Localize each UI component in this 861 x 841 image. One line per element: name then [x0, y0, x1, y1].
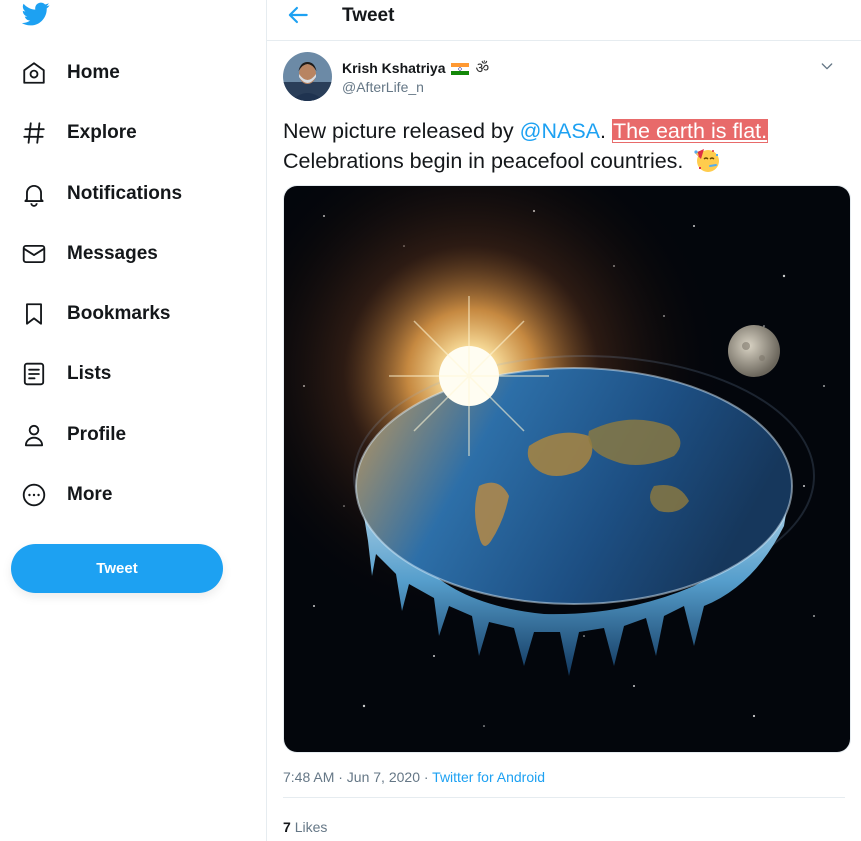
india-flag-icon — [451, 62, 470, 75]
list-icon — [18, 358, 50, 390]
likes-count[interactable]: 7 Likes — [283, 819, 327, 835]
sidebar-item-more[interactable]: More — [18, 473, 126, 517]
avatar[interactable] — [283, 52, 332, 101]
sidebar-item-explore[interactable]: Explore — [18, 111, 151, 155]
bookmark-icon — [18, 298, 50, 330]
person-icon — [18, 419, 50, 451]
divider — [283, 797, 845, 798]
author-name-line: Krish Kshatriya ॐ — [342, 58, 489, 78]
tweet-image[interactable] — [283, 185, 851, 753]
sidebar-item-label: Lists — [67, 363, 112, 384]
sidebar-item-notifications[interactable]: Notifications — [18, 172, 196, 216]
sidebar-item-messages[interactable]: Messages — [18, 232, 172, 276]
twitter-bird-icon[interactable] — [20, 0, 52, 28]
om-symbol: ॐ — [475, 60, 490, 77]
sidebar-item-label: Messages — [67, 243, 158, 264]
highlighted-text: The earth is flat. — [611, 119, 769, 143]
hashtag-icon — [18, 117, 50, 149]
home-icon — [18, 57, 50, 89]
tweet-source-link[interactable]: Twitter for Android — [432, 769, 545, 785]
back-arrow-icon[interactable] — [285, 2, 311, 28]
sidebar-item-label: More — [67, 484, 113, 505]
tweet-text-part: . — [600, 119, 612, 143]
mention-link[interactable]: @NASA — [520, 119, 600, 143]
tweet-author: Krish Kshatriya ॐ @AfterLife_n — [283, 52, 843, 102]
page-title: Tweet — [342, 5, 395, 26]
tweet-text-part: Celebrations begin in peacefool countrie… — [283, 149, 684, 173]
sidebar-item-label: Profile — [67, 424, 127, 445]
tweet-metadata: 7:48 AM · Jun 7, 2020 · Twitter for Andr… — [283, 769, 545, 785]
chevron-down-icon[interactable] — [819, 58, 835, 74]
tweet-text: New picture released by @NASA. The earth… — [283, 116, 843, 176]
sidebar: Home Explore Notifications Messages Book — [0, 0, 266, 841]
envelope-icon — [18, 238, 50, 270]
sidebar-item-lists[interactable]: Lists — [18, 352, 125, 396]
sidebar-item-bookmarks[interactable]: Bookmarks — [18, 292, 185, 336]
party-face-emoji-icon — [693, 147, 721, 173]
tweet-text-part: New picture released by — [283, 119, 520, 143]
main-column: Tweet Krish Kshatriya ॐ @AfterLife_n New… — [266, 0, 861, 841]
sidebar-item-home[interactable]: Home — [18, 51, 134, 95]
sidebar-item-profile[interactable]: Profile — [18, 413, 140, 457]
likes-number: 7 — [283, 819, 291, 835]
page-header: Tweet — [267, 0, 861, 41]
tweet-button[interactable]: Tweet — [11, 544, 223, 593]
likes-label: Likes — [294, 819, 328, 835]
twitter-app: Home Explore Notifications Messages Book — [0, 0, 861, 841]
sidebar-item-label: Home — [67, 62, 120, 83]
more-circle-icon — [18, 479, 50, 511]
bell-icon — [18, 178, 50, 210]
sidebar-item-label: Explore — [67, 122, 137, 143]
tweet-timestamp[interactable]: 7:48 AM · Jun 7, 2020 · — [283, 769, 432, 785]
sidebar-item-label: Notifications — [67, 183, 183, 204]
sidebar-item-label: Bookmarks — [67, 303, 171, 324]
author-handle[interactable]: @AfterLife_n — [342, 79, 424, 95]
author-name[interactable]: Krish Kshatriya — [342, 60, 445, 76]
